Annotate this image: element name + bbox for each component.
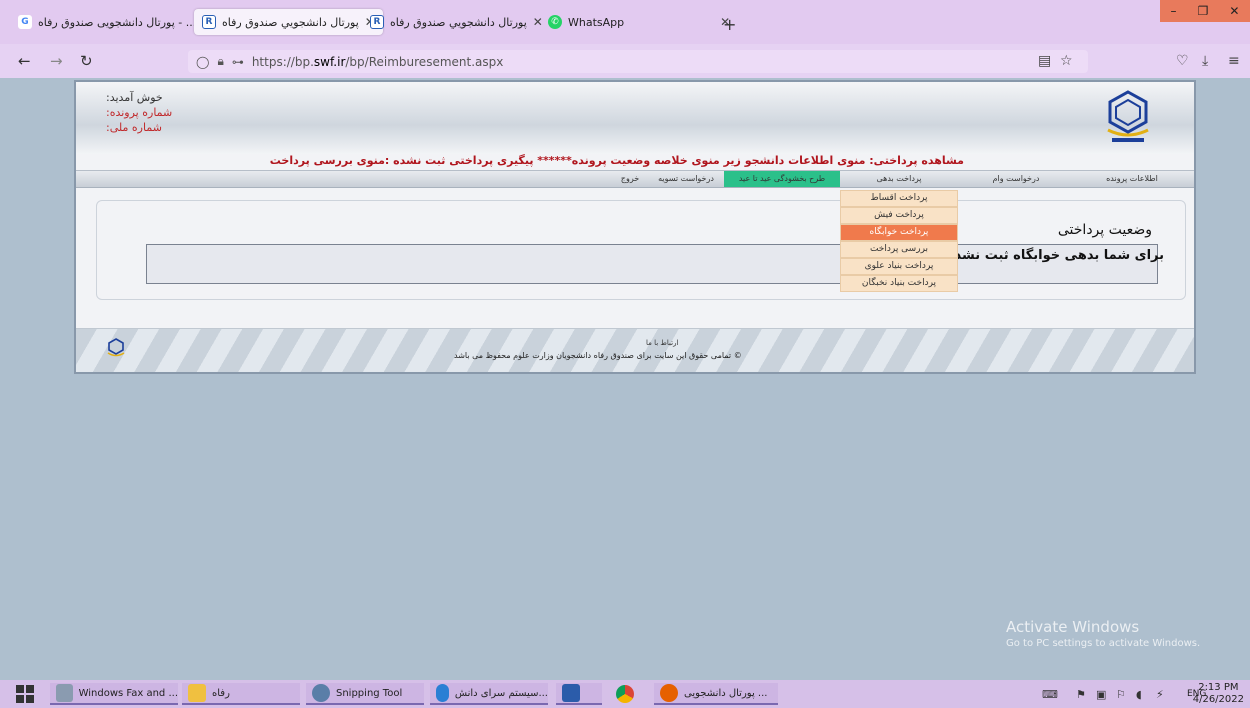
page-footer: ارتباط با ما © تمامی حقوق این سایت برای … — [76, 328, 1194, 372]
copyright-text: © تمامی حقوق این سایت برای صندوق رفاه دا… — [454, 351, 742, 360]
minimize-icon[interactable]: – — [1171, 4, 1177, 18]
window-controls: – ❐ ✕ — [1160, 0, 1250, 22]
taskbar-firefox[interactable]: پورتال دانشجویی ... — [654, 683, 778, 705]
back-icon[interactable]: ← — [18, 52, 31, 70]
taskbar-ie[interactable]: سیستم سرای دانش... — [430, 683, 548, 705]
page-header: خوش آمدید: شماره پرونده: شماره ملی: — [76, 82, 1194, 154]
scissors-icon — [312, 684, 330, 702]
bookmark-star-icon[interactable]: ☆ — [1060, 53, 1073, 69]
watermark-title: Activate Windows — [1006, 618, 1140, 636]
welcome-label: خوش آمدید: — [106, 91, 163, 104]
word-icon — [562, 684, 580, 702]
browser-tab-4[interactable]: ✆ WhatsApp ✕ — [540, 9, 738, 35]
taskbar-folder[interactable]: رفاه — [182, 683, 300, 705]
clock-time: 2:13 PM — [1198, 682, 1239, 693]
pocket-icon[interactable]: ♡ — [1176, 53, 1189, 69]
network-icon[interactable]: ▣ — [1096, 688, 1106, 701]
close-window-icon[interactable]: ✕ — [1229, 4, 1239, 18]
browser-tab-bar: G پورتال دانشجویی صندوق رفاه - ... ✕ R پ… — [0, 0, 1250, 44]
tab-title: پورتال دانشجويي صندوق رفاه — [390, 15, 527, 29]
menu-icon[interactable]: ≡ — [1228, 53, 1240, 69]
menu-file-info[interactable]: اطلاعات پرونده — [1092, 171, 1172, 187]
site-favicon-icon: R — [370, 15, 384, 29]
national-id-label: شماره ملی: — [106, 121, 162, 134]
download-icon[interactable]: ⤓ — [1202, 53, 1208, 69]
flag-icon[interactable]: ⚐ — [1116, 688, 1126, 701]
chrome-icon — [616, 685, 634, 703]
windows-taskbar: Windows Fax and ... رفاه Snipping Tool س… — [0, 680, 1250, 708]
submenu-installments[interactable]: پرداخت اقساط — [840, 190, 958, 207]
payment-status-title: وضعیت پرداختی — [1057, 222, 1152, 238]
menu-loan-request[interactable]: درخواست وام — [976, 171, 1056, 187]
taskbar-word[interactable] — [556, 683, 602, 705]
folder-icon — [188, 684, 206, 702]
submenu-review[interactable]: بررسی پرداخت — [840, 241, 958, 258]
tray-app-icon[interactable]: ⚑ — [1076, 688, 1086, 701]
contact-us-link[interactable]: ارتباط با ما — [646, 339, 678, 347]
shield-icon: ◯ — [196, 54, 210, 69]
footer-logo-icon — [107, 338, 125, 357]
windows-logo-icon — [16, 685, 34, 703]
google-icon: G — [18, 15, 32, 29]
portal-page: خوش آمدید: شماره پرونده: شماره ملی: مشاه… — [74, 80, 1196, 374]
menu-debt-payment[interactable]: پرداخت بدهی — [840, 171, 958, 187]
system-clock[interactable]: 2:13 PM 4/26/2022 — [1193, 682, 1244, 706]
taskbar-label: Snipping Tool — [336, 687, 403, 699]
browser-nav-bar: ← → ↻ ◯ 🔒︎ ⊶ https://bp.swf.ir/bp/Reimbu… — [0, 44, 1250, 78]
swf-logo-icon — [1107, 90, 1149, 142]
taskbar-label: رفاه — [212, 687, 230, 699]
forward-icon[interactable]: → — [50, 52, 63, 70]
file-number-label: شماره پرونده: — [106, 106, 173, 119]
taskbar-label: سیستم سرای دانش... — [454, 687, 548, 699]
submenu-elites[interactable]: پرداخت بنیاد نخبگان — [840, 275, 958, 292]
maximize-icon[interactable]: ❐ — [1198, 4, 1209, 18]
lock-icon: 🔒︎ — [217, 54, 224, 68]
submenu-dormitory[interactable]: پرداخت خوابگاه — [840, 224, 958, 241]
permissions-icon: ⊶ — [231, 54, 244, 69]
taskbar-label: Windows Fax and ... — [78, 687, 178, 699]
keyboard-icon[interactable]: ⌨ — [1042, 688, 1058, 701]
user-info: خوش آمدید: شماره پرونده: شماره ملی: — [106, 90, 172, 135]
browser-tab-1[interactable]: G پورتال دانشجویی صندوق رفاه - ... ✕ — [10, 9, 220, 35]
activate-windows-watermark: Activate Windows Go to PC settings to ac… — [1006, 618, 1200, 649]
taskbar-label: پورتال دانشجویی ... — [684, 687, 768, 699]
url-text: https://bp.swf.ir/bp/Reimburesement.aspx — [251, 54, 504, 69]
new-tab-button[interactable]: + — [723, 15, 736, 34]
start-button[interactable] — [10, 683, 44, 705]
power-icon[interactable]: ⚡ — [1156, 688, 1164, 701]
menu-settlement-request[interactable]: درخواست تسویه — [650, 171, 722, 187]
clock-date: 4/26/2022 — [1192, 694, 1244, 705]
taskbar-snipping-tool[interactable]: Snipping Tool — [306, 683, 424, 705]
main-menu: اطلاعات پرونده درخواست وام پرداخت بدهی ط… — [76, 170, 1194, 188]
browser-tab-3[interactable]: R پورتال دانشجويي صندوق رفاه ✕ — [362, 9, 551, 35]
firefox-icon — [660, 684, 678, 702]
fax-icon — [56, 684, 73, 702]
internet-explorer-icon — [436, 684, 449, 702]
url-bar[interactable]: ◯ 🔒︎ ⊶ https://bp.swf.ir/bp/Reimbureseme… — [188, 50, 1088, 73]
taskbar-chrome[interactable] — [610, 683, 648, 705]
tab-title: پورتال دانشجويي صندوق رفاه — [222, 15, 359, 29]
taskbar-fax[interactable]: Windows Fax and ... — [50, 683, 178, 705]
tab-title: پورتال دانشجویی صندوق رفاه - ... — [38, 15, 197, 29]
volume-icon[interactable]: ◖ — [1136, 688, 1142, 701]
whatsapp-icon: ✆ — [548, 15, 562, 29]
menu-forgiveness-plan[interactable]: طرح بخشودگی عید تا عید — [724, 171, 840, 187]
instruction-notice: مشاهده پرداختی: منوی اطلاعات دانشجو زیر … — [269, 154, 964, 167]
reader-view-icon[interactable]: ▤ — [1038, 53, 1051, 69]
menu-exit[interactable]: خروج — [612, 171, 648, 187]
site-favicon-icon: R — [202, 15, 216, 29]
reload-icon[interactable]: ↻ — [80, 52, 93, 70]
browser-tab-2[interactable]: R پورتال دانشجويي صندوق رفاه ✕ — [194, 9, 383, 35]
submenu-alavi[interactable]: پرداخت بنیاد علوی — [840, 258, 958, 275]
watermark-subtitle: Go to PC settings to activate Windows. — [1006, 638, 1201, 649]
tab-title: WhatsApp — [568, 15, 625, 29]
submenu-receipt[interactable]: پرداخت فیش — [840, 207, 958, 224]
